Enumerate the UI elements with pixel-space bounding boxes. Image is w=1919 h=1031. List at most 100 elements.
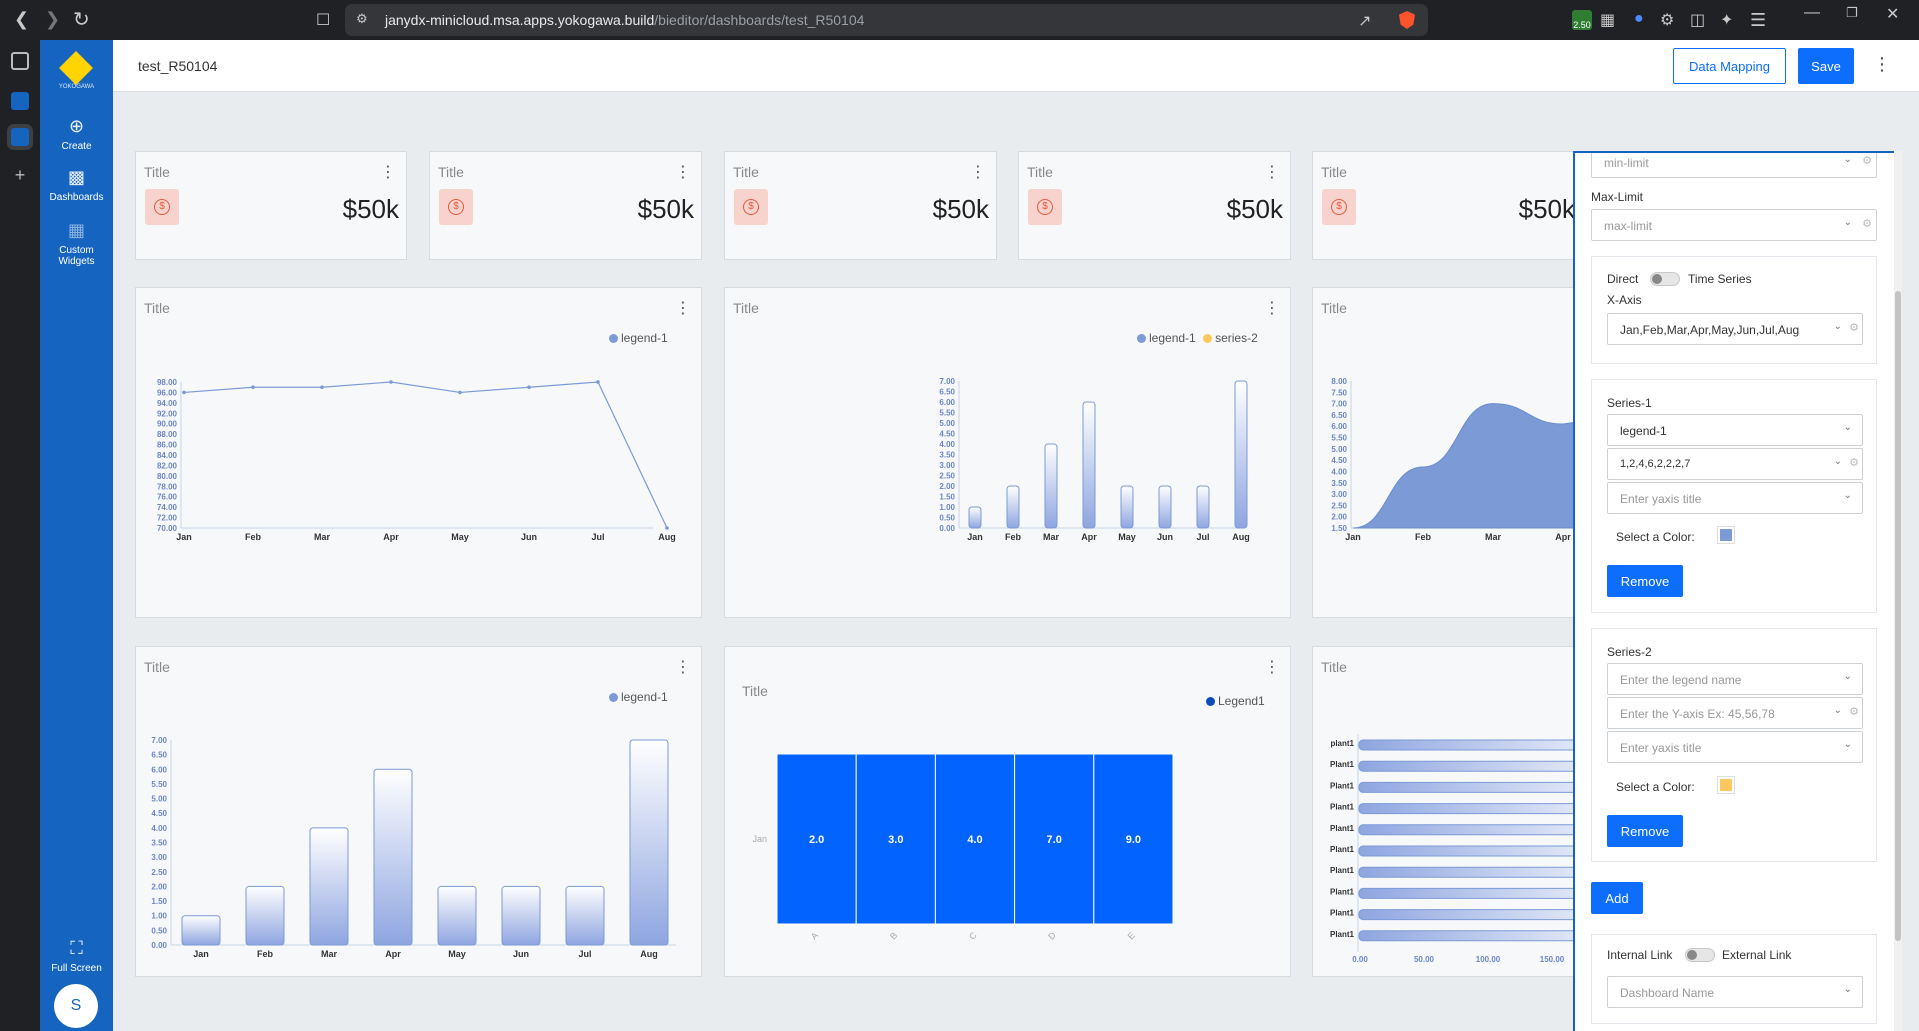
hbar-chart-card[interactable]: Title plant1 Plant1 Plant1 Plant1 Plant1 Plan…	[1312, 646, 1573, 977]
user-avatar[interactable]: S	[54, 984, 98, 1028]
forward-icon[interactable]: ❯	[45, 9, 60, 30]
heatmap-cell-label: 3.0	[888, 834, 903, 846]
kpi-card[interactable]: Title ⋮ $ $50k	[429, 151, 702, 260]
more-options-icon[interactable]: ⋮	[1873, 54, 1891, 75]
kpi-title: Title	[1027, 164, 1053, 180]
scrollbar-thumb[interactable]	[1895, 291, 1901, 941]
series-2-yaxis-title[interactable]: Enter yaxis title ⌄	[1607, 731, 1863, 763]
y-tick-label: 90.00	[157, 420, 178, 429]
kpi-badge: $	[439, 189, 473, 225]
nav-create[interactable]: ⊕ Create	[40, 116, 113, 152]
sidebar-toggle-icon[interactable]: ◫	[1690, 10, 1705, 30]
share-icon[interactable]: ↗	[1358, 11, 1371, 31]
restore-icon[interactable]: ❐	[1846, 5, 1858, 21]
y-tick-label: 4.00	[939, 440, 955, 449]
area-chart-card[interactable]: Title 1.50 2.00 2.50 3.00 3.50 4.00 4.50 5.00 5.…	[1312, 287, 1573, 618]
series-2-legend-select[interactable]: Enter the legend name ⌄	[1607, 663, 1863, 695]
series-2-yaxis-values[interactable]: Enter the Y-axis Ex: 45,56,78 ⌄ ⚙	[1607, 697, 1863, 729]
internal-link-label: Internal Link	[1607, 948, 1673, 962]
reload-icon[interactable]: ↻	[73, 7, 90, 32]
y-tick-label: 76.00	[157, 493, 178, 502]
nav-dashboards[interactable]: ▩ Dashboards	[40, 167, 113, 203]
bookmark-icon[interactable]: ☐	[316, 10, 330, 30]
qr-icon[interactable]: ▦	[1600, 10, 1615, 30]
gear-icon[interactable]: ⚙	[1849, 705, 1859, 718]
kpi-card[interactable]: Title ⋮ $ $50k	[724, 151, 997, 260]
series-1-yaxis-placeholder: Enter yaxis title	[1620, 492, 1702, 506]
puzzle-icon[interactable]: ⚙	[1660, 10, 1674, 30]
min-limit-select[interactable]: min-limit ⌄ ⚙	[1591, 153, 1877, 178]
kpi-title: Title	[733, 164, 759, 180]
y-tick-label: 98.00	[157, 378, 178, 387]
line-point	[182, 390, 186, 395]
y-tick-label: 7.00	[151, 736, 167, 745]
menu-icon[interactable]: ☰	[1750, 10, 1766, 31]
bar-chart-card[interactable]: Title ⋮ legend-1 series-2 0.00 0.50 1.00 1.…	[724, 287, 1291, 618]
address-bar[interactable]: ⚙ janydx-minicloud.msa.apps.yokogawa.bui…	[345, 4, 1428, 36]
chevron-down-icon: ⌄	[1843, 671, 1852, 682]
kpi-card[interactable]: Title ⋮ $ $50k	[135, 151, 407, 260]
series-1-remove-button[interactable]: Remove	[1607, 565, 1683, 597]
swatch-fill	[1720, 529, 1732, 541]
gear-icon[interactable]: ⚙	[1849, 321, 1859, 334]
card-menu-icon[interactable]: ⋮	[380, 162, 396, 182]
timeseries-toggle[interactable]	[1650, 272, 1680, 286]
y-tick-label: 4.50	[939, 430, 955, 439]
chevron-down-icon: ⌄	[1843, 739, 1852, 750]
site-settings-icon[interactable]: ⚙	[356, 11, 368, 27]
link-section: Internal Link External Link Dashboard Na…	[1591, 934, 1877, 1024]
xaxis-select[interactable]: Jan,Feb,Mar,Apr,May,Jun,Jul,Aug ⌄ ⚙	[1607, 313, 1863, 345]
dashboard-name-select[interactable]: Dashboard Name ⌄	[1607, 976, 1863, 1008]
bar-legend-1	[437, 885, 477, 946]
gear-icon[interactable]: ⚙	[1849, 456, 1859, 469]
back-icon[interactable]: ❮	[14, 9, 29, 30]
sidebar-panel-icon[interactable]	[11, 52, 29, 70]
save-button[interactable]: Save	[1798, 48, 1854, 84]
series-2-color-swatch[interactable]	[1717, 776, 1735, 794]
extension-badge[interactable]: 2.50	[1572, 10, 1592, 30]
add-series-button[interactable]: Add	[1591, 882, 1643, 914]
hbar	[1358, 824, 1573, 836]
card-menu-icon[interactable]: ⋮	[970, 162, 986, 182]
close-icon[interactable]: ✕	[1886, 4, 1899, 24]
series-2-remove-button[interactable]: Remove	[1607, 815, 1683, 847]
link-type-toggle[interactable]	[1685, 948, 1715, 962]
series-1-legend-select[interactable]: legend-1 ⌄	[1607, 414, 1863, 446]
leo-icon[interactable]: ✦	[1720, 10, 1733, 30]
bar-legend-1	[1234, 380, 1248, 529]
x-tick-label: Jan	[967, 532, 983, 542]
card-menu-icon[interactable]: ⋮	[675, 162, 691, 182]
extension-dot-icon[interactable]: ●	[1634, 10, 1644, 28]
add-panel-icon[interactable]: +	[11, 166, 29, 184]
nav-custom-widgets[interactable]: ▦ Custom Widgets	[40, 220, 113, 267]
minimize-icon[interactable]: —	[1804, 4, 1820, 22]
gear-icon[interactable]: ⚙	[1862, 217, 1872, 230]
x-tick-label: May	[448, 949, 466, 959]
panel-scrollbar[interactable]	[1894, 151, 1902, 1031]
max-limit-select[interactable]: max-limit ⌄ ⚙	[1591, 209, 1877, 241]
series-1-color-swatch[interactable]	[1717, 526, 1735, 544]
kpi-badge: $	[734, 189, 768, 225]
bar-chart-2-card[interactable]: Title ⋮ legend-1 0.00 0.50 1.00 1.50 2.00 2.5…	[135, 646, 702, 977]
yokogawa-tab-icon[interactable]	[11, 92, 29, 110]
x-tick-label: Jul	[591, 532, 604, 542]
heatmap-card[interactable]: Title ⋮ Legend1 Jan 2.0 3.0 4.0 7.0 9.0 A B C D E	[724, 646, 1291, 977]
gear-icon[interactable]: ⚙	[1862, 154, 1872, 167]
yokogawa-tab-active-icon[interactable]	[11, 128, 29, 146]
kpi-card[interactable]: Title $ $50k	[1312, 151, 1575, 260]
fullscreen-button[interactable]: ⛶ Full Screen	[40, 938, 113, 974]
series-1-yaxis-values[interactable]: 1,2,4,6,2,2,2,7 ⌄ ⚙	[1607, 448, 1863, 480]
x-tick-label: Jun	[513, 949, 529, 959]
series-1-yaxis-title[interactable]: Enter yaxis title ⌄	[1607, 482, 1863, 514]
heatmap-cell-label: 7.0	[1047, 834, 1062, 846]
data-mapping-button[interactable]: Data Mapping	[1673, 48, 1786, 84]
y-tick-label: 3.00	[151, 853, 167, 862]
logo-text: YOKOGAWA	[58, 84, 95, 90]
bar-legend-1	[245, 885, 285, 946]
x-tick-label: Feb	[1415, 532, 1432, 542]
line-chart-card[interactable]: Title ⋮ legend-1 70.00 72.00 74.00 76.00 78.…	[135, 287, 702, 618]
kpi-card[interactable]: Title ⋮ $ $50k	[1018, 151, 1291, 260]
y-tick-label: Plant1	[1330, 803, 1355, 812]
card-menu-icon[interactable]: ⋮	[1264, 162, 1280, 182]
bar-legend-1	[1044, 443, 1058, 529]
